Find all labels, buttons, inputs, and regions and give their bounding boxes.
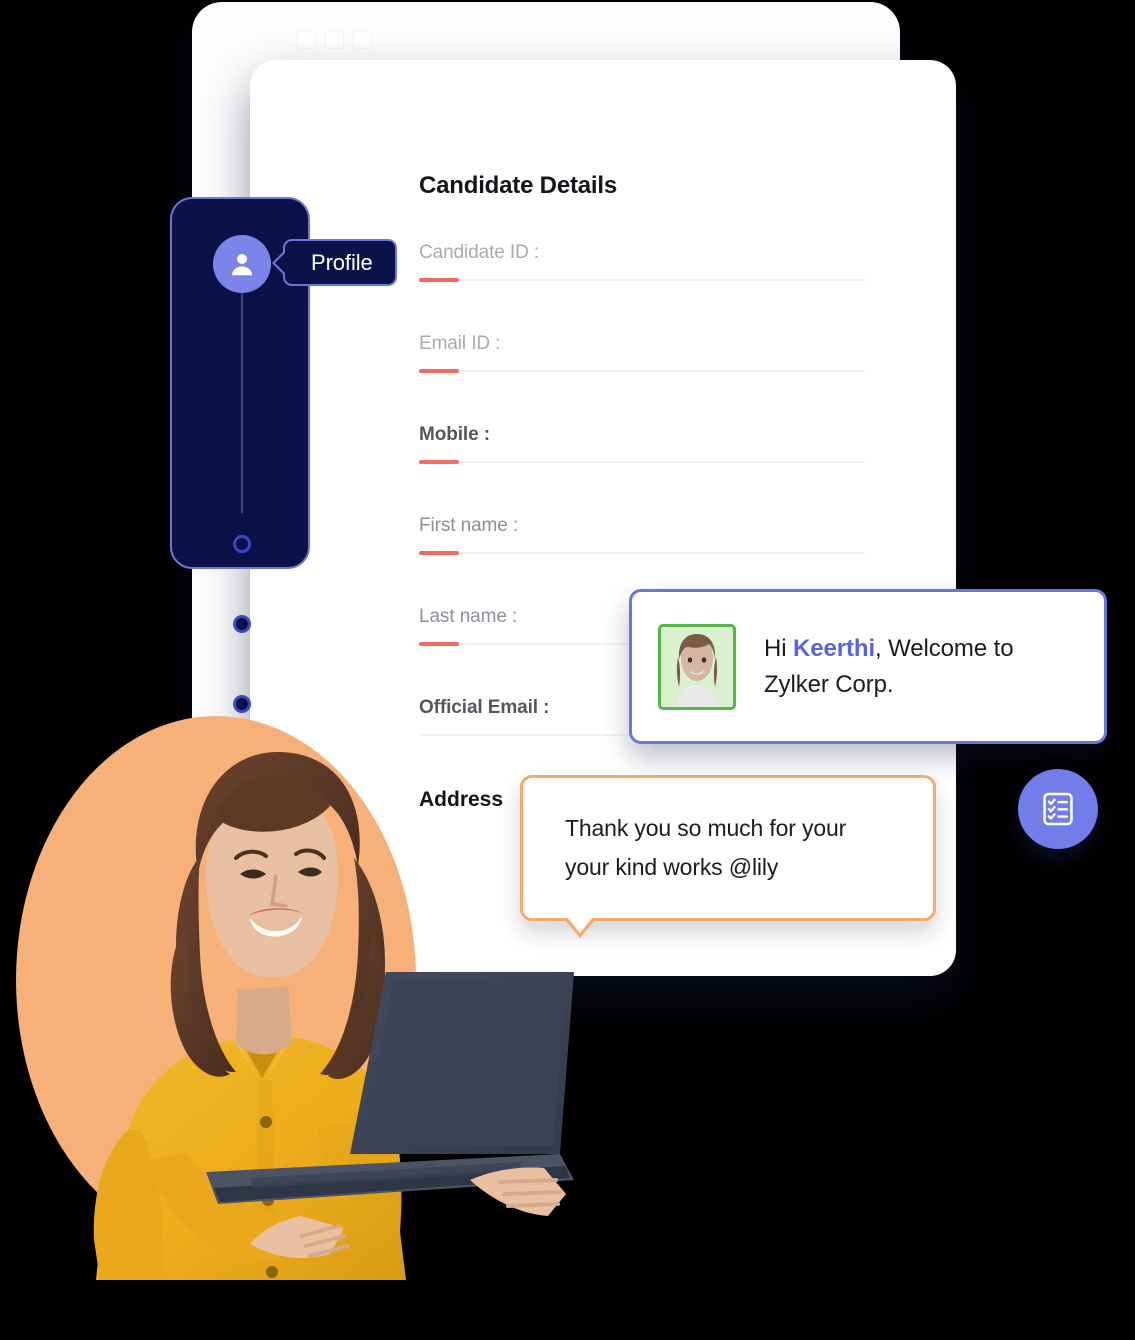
- profile-tooltip-label: Profile: [311, 249, 373, 275]
- field-label: Email ID :: [419, 333, 501, 354]
- field-label: Candidate ID :: [419, 242, 540, 263]
- person-with-laptop-photo: [0, 660, 600, 1280]
- field-underline: [419, 369, 865, 373]
- page-title: Candidate Details: [419, 172, 617, 199]
- sidebar-step-2[interactable]: [233, 615, 251, 633]
- window-controls: [297, 30, 372, 49]
- welcome-user-name: Keerthi: [793, 634, 876, 662]
- field-mobile[interactable]: Mobile :: [419, 424, 871, 464]
- field-email-id[interactable]: Email ID :: [419, 333, 871, 373]
- promo-illustration: Candidate Details Candidate ID : Email I…: [0, 0, 1135, 1340]
- close-dot[interactable]: [353, 30, 372, 49]
- step-connector-line: [241, 265, 243, 513]
- field-label: Mobile :: [419, 424, 490, 445]
- required-accent: [419, 369, 459, 373]
- welcome-message-bubble: Hi Keerthi, Welcome to Zylker Corp.: [629, 589, 1107, 744]
- field-label: First name :: [419, 515, 519, 536]
- minimize-dot[interactable]: [297, 30, 316, 49]
- field-underline: [419, 460, 865, 464]
- field-underline: [419, 551, 865, 555]
- profile-tooltip[interactable]: Profile: [272, 239, 397, 286]
- tooltip-arrow-icon: [272, 250, 285, 276]
- required-accent: [419, 642, 459, 646]
- welcome-greeting: Hi: [764, 634, 794, 662]
- user-icon[interactable]: [213, 235, 271, 293]
- checklist-icon[interactable]: [1018, 769, 1098, 849]
- employee-photo: [658, 623, 736, 710]
- field-candidate-id[interactable]: Candidate ID :: [419, 242, 871, 282]
- required-accent: [419, 460, 459, 464]
- sidebar-step-1[interactable]: [233, 535, 251, 553]
- field-first-name[interactable]: First name :: [419, 515, 871, 555]
- required-accent: [419, 551, 459, 555]
- maximize-dot[interactable]: [325, 30, 344, 49]
- welcome-message-text: Hi Keerthi, Welcome to Zylker Corp.: [764, 631, 1078, 702]
- thanks-message-text: Thank you so much for your your kind wor…: [565, 815, 847, 880]
- field-underline: [419, 278, 865, 282]
- required-accent: [419, 278, 459, 282]
